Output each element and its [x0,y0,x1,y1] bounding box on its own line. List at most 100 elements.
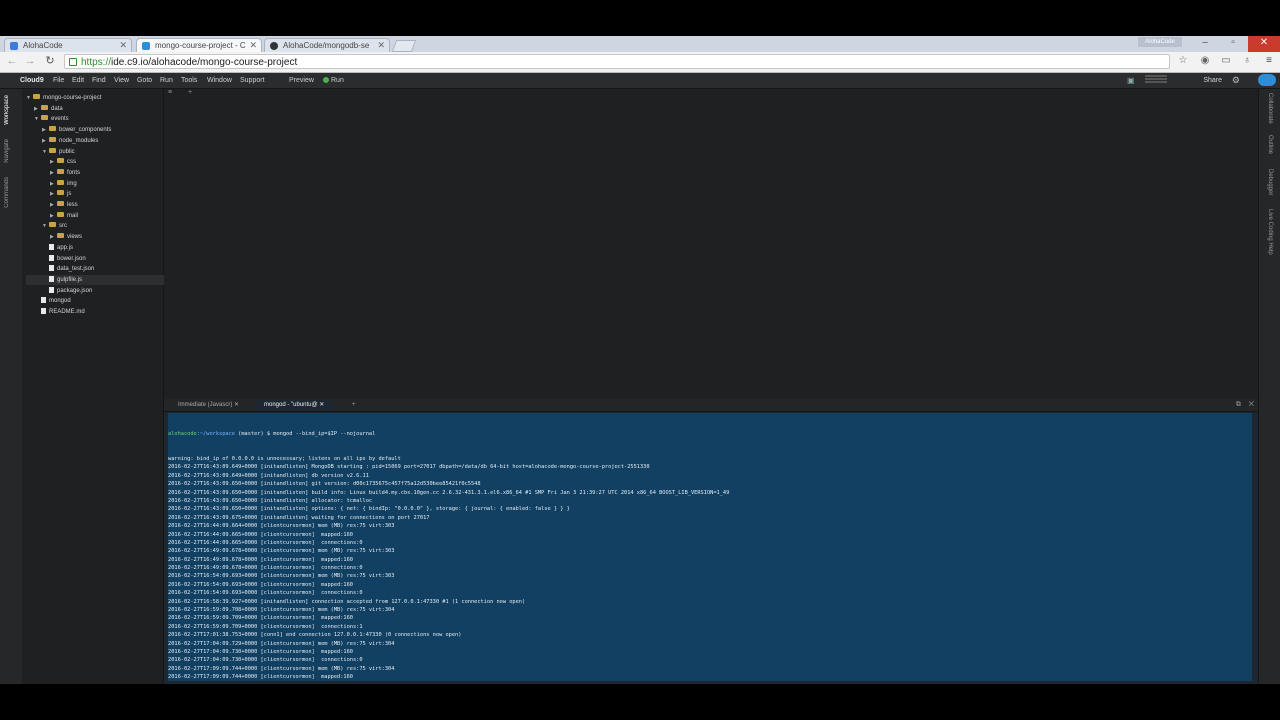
cast-icon[interactable]: ▭ [1220,55,1232,67]
terminal-line: 2016-02-27T16:58:39.927+0000 [initandlis… [168,598,526,605]
tree-file[interactable]: gulpfile.js [26,274,170,285]
tree-folder[interactable]: ▼ public [42,147,75,157]
browser-tab-github[interactable]: AlohaCode/mongodb-se ✕ [264,38,390,52]
bookmark-star-icon[interactable]: ☆ [1177,55,1189,67]
back-icon[interactable]: ← [6,55,18,67]
tree-folder[interactable]: ▶ js [50,189,71,199]
menu-run[interactable]: Run [160,73,173,88]
preview-button[interactable]: Preview [289,73,314,88]
chevron-right-icon[interactable]: ▶ [50,157,57,167]
reload-icon[interactable]: ↻ [44,55,56,67]
run-button[interactable]: Run [323,73,344,88]
close-panel-icon[interactable]: ✕ [1249,401,1254,408]
add-terminal-tab-icon[interactable]: + [344,400,364,411]
prompt-path: :~/workspace [196,430,235,437]
rail-tab-debugger[interactable]: Debugger [1267,169,1273,195]
close-tab-icon[interactable]: ✕ [377,39,385,52]
chevron-right-icon[interactable]: ▶ [34,104,41,114]
tree-file[interactable]: package.json [42,286,92,296]
menu-find[interactable]: Find [92,73,106,88]
terminal-output[interactable]: alohacode:~/workspace (master) $ mongod … [168,413,1252,681]
maximize-icon[interactable]: ▫ [1220,36,1246,52]
terminal-line: 2016-02-27T16:59:09.709+0000 [clientcurs… [168,623,363,630]
chevron-right-icon[interactable]: ▶ [50,168,57,178]
chevron-down-icon[interactable]: ▼ [42,147,49,157]
chevron-down-icon[interactable]: ▼ [34,114,41,124]
tree-folder[interactable]: ▶ views [50,232,82,242]
chevron-down-icon[interactable]: ▼ [26,93,33,103]
cloud9-logo[interactable]: Cloud9 [20,73,44,88]
menu-support[interactable]: Support [240,73,265,88]
tree-folder[interactable]: ▶ mail [50,211,78,221]
menu-file[interactable]: File [53,73,64,88]
tree-folder[interactable]: ▶ img [50,179,77,189]
tree-file[interactable]: data_test.json [42,264,94,274]
tab-mongod-terminal[interactable]: mongod - "ubuntu@ ✕ [256,400,333,411]
chevron-right-icon[interactable]: ▶ [50,211,57,221]
file-icon [41,297,46,304]
chevron-down-icon[interactable]: ▼ [42,221,49,231]
menu-goto[interactable]: Goto [137,73,152,88]
new-tab-button[interactable] [391,40,417,52]
tab-immediate[interactable]: Immediate (Javascr) ✕ [170,400,247,411]
resource-meters [1145,75,1167,85]
terminal-panel: Immediate (Javascr) ✕ mongod - "ubuntu@ … [164,399,1258,684]
close-tab-icon[interactable]: ✕ [119,39,127,52]
tree-file[interactable]: bower.json [42,254,86,264]
profile-badge[interactable]: AlohaCode [1138,37,1182,47]
tab-title: AlohaCode [23,41,63,50]
tree-folder[interactable]: ▶ fonts [50,168,80,178]
rail-tab-navigate[interactable]: Navigate [4,139,10,163]
tree-folder[interactable]: ▶ css [50,157,76,167]
tab-list-icon[interactable]: ≡ [168,89,172,96]
new-tab-icon[interactable]: + [188,89,192,96]
extension-pin-icon[interactable]: ♁ [1241,55,1253,67]
rail-tab-workspace[interactable]: Workspace [4,95,10,125]
chevron-right-icon[interactable]: ▶ [42,136,49,146]
chevron-right-icon[interactable]: ▶ [50,189,57,199]
menu-tools[interactable]: Tools [181,73,197,88]
menu-view[interactable]: View [114,73,129,88]
rail-tab-outline[interactable]: Outline [1267,135,1273,154]
folder-icon [57,190,64,196]
tree-folder[interactable]: ▶ node_modules [42,136,98,146]
terminal-line: 2016-02-27T16:59:09.708+0000 [clientcurs… [168,607,395,614]
browser-menu-icon[interactable]: ≡ [1263,55,1275,67]
url-input[interactable]: https://ide.c9.io/alohacode/mongo-course… [64,54,1170,69]
rail-tab-live-coding-help[interactable]: Live Coding Help [1267,209,1273,255]
browser-tab-alohacode[interactable]: AlohaCode ✕ [4,38,132,52]
tree-file[interactable]: app.js [42,243,73,253]
extension-icon[interactable]: ◉ [1199,55,1211,67]
tree-file[interactable]: README.md [34,307,85,317]
menu-window[interactable]: Window [207,73,232,88]
terminal-line: 2016-02-27T16:43:09.650+0000 [initandlis… [168,506,570,513]
terminal-line: 2016-02-27T16:44:09.664+0000 [clientcurs… [168,523,395,530]
share-button[interactable]: Share [1203,73,1222,88]
rail-tab-collaborate[interactable]: Collaborate [1267,93,1273,124]
menu-edit[interactable]: Edit [72,73,84,88]
tree-folder[interactable]: ▼ src [42,221,67,231]
chevron-right-icon[interactable]: ▶ [50,232,57,242]
restore-panel-icon[interactable]: ⧉ [1236,401,1241,408]
chevron-right-icon[interactable]: ▶ [42,125,49,135]
close-tab-icon[interactable]: ✕ [249,39,257,52]
editor-area[interactable]: ≡ + [164,89,1258,399]
tree-folder[interactable]: ▶ less [50,200,78,210]
tree-folder[interactable]: ▶ data [34,104,63,114]
browser-tab-mongo-course-project[interactable]: mongo-course-project - C ✕ [136,38,262,52]
chevron-right-icon[interactable]: ▶ [50,179,57,189]
tree-folder[interactable]: ▶ bower_components [42,125,111,135]
minimize-icon[interactable]: – [1192,36,1218,52]
collab-icon[interactable]: ▣ [1127,73,1135,88]
rail-tab-commands[interactable]: Commands [4,177,10,208]
tree-file[interactable]: mongod [34,296,71,306]
window-close-icon[interactable]: ✕ [1248,36,1280,52]
forward-icon[interactable]: → [24,55,36,67]
file-icon [49,254,54,261]
gear-icon[interactable]: ⚙ [1232,73,1240,88]
browser-window: AlohaCode ✕ mongo-course-project - C ✕ A… [0,36,1280,684]
cloud9-avatar-icon[interactable] [1258,74,1276,86]
tree-folder[interactable]: ▼ mongo-course-project [26,93,101,103]
tree-folder[interactable]: ▼ events [34,114,69,124]
chevron-right-icon[interactable]: ▶ [50,200,57,210]
